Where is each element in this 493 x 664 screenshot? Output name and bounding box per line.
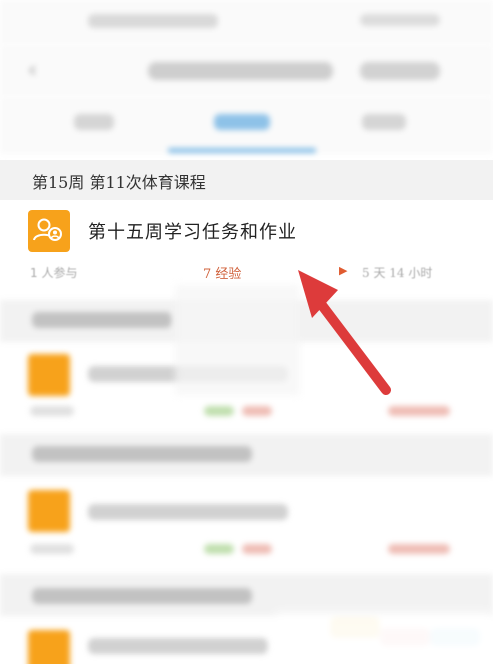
annotation-arrow-icon [298,270,391,395]
app-screen: ‹ 第15周 第11次体育课程 第十五周学习任务和作业 1 人参与 7 经验 ▶ [0,0,493,664]
